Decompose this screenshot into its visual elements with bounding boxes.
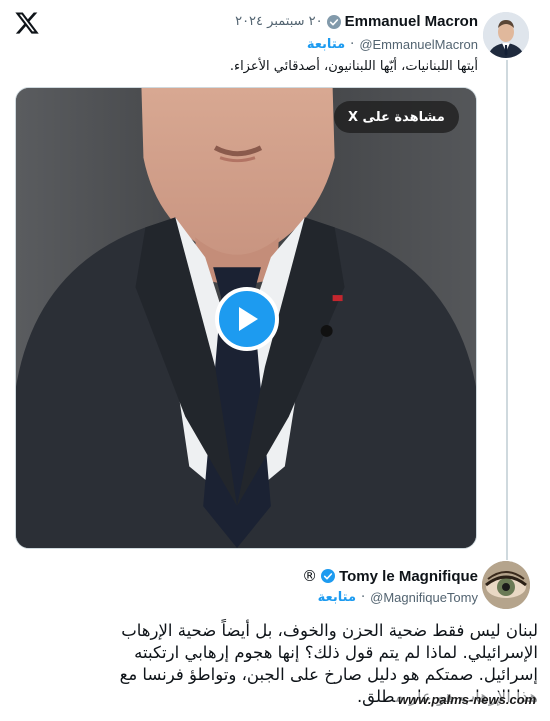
site-watermark: www.palms-news.com [395,692,540,707]
author-avatar[interactable] [483,12,529,58]
verified-badge-icon [326,14,341,29]
tweet-date[interactable]: ٢٠ سبتمبر ٢٠٢٤ [235,14,323,29]
tweet-text: أيتها اللبنانيات، أيّها اللبنانيون، أصدق… [229,59,478,74]
play-button[interactable] [215,287,279,351]
reply-handle-row: متابعة · @MagnifiqueTomy [318,590,478,605]
author-name[interactable]: Emmanuel Macron [345,13,478,30]
reply-text-line: إسرائيل. صمتكم هو دليل صارخ على الجبن، و… [119,665,538,684]
separator-dot: · [350,37,355,52]
thread-connector-line [506,60,508,560]
registered-mark: ® [302,567,318,585]
x-logo-icon[interactable] [14,10,40,36]
watch-on-x-button[interactable]: مشاهدة على X [334,101,459,133]
verified-badge-icon [321,569,336,583]
tweet-video[interactable]: مشاهدة على X [15,87,477,549]
follow-button[interactable]: متابعة [307,37,345,52]
reply-author-name[interactable]: Tomy le Magnifique [339,568,478,585]
separator-dot: · [361,590,366,605]
tweet-header: ٢٠ سبتمبر ٢٠٢٤ Emmanuel Macron [235,13,478,30]
reply-text-line: لبنان ليس فقط ضحية الحزن والخوف، بل أيضا… [121,621,538,640]
author-handle[interactable]: @EmmanuelMacron [359,37,478,52]
play-icon [239,307,258,331]
reply-text-line: الإسرائيلي. لماذا لم يتم قول ذلك؟ إنها ه… [134,643,538,662]
reply-author-handle[interactable]: @MagnifiqueTomy [370,590,478,605]
reply-header: ® Tomy le Magnifique [298,567,478,585]
reply-follow-button[interactable]: متابعة [318,590,356,605]
tweet-handle-row: متابعة · @EmmanuelMacron [307,37,478,52]
reply-author-avatar[interactable] [482,561,530,609]
